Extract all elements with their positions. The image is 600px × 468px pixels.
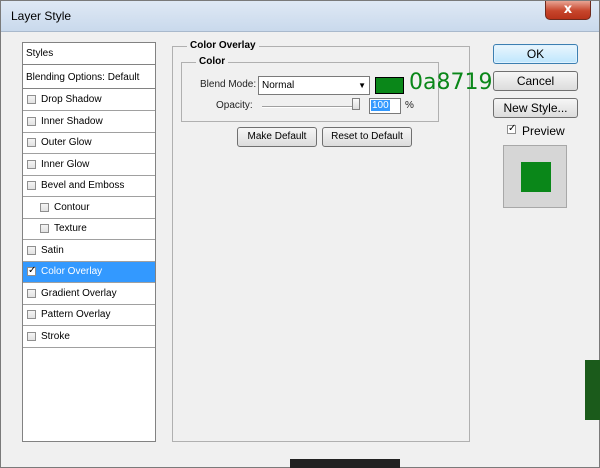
style-checkbox[interactable] <box>27 310 36 319</box>
ok-button[interactable]: OK <box>493 44 578 64</box>
style-item-outer-glow[interactable]: Outer Glow <box>23 133 155 154</box>
opacity-unit: % <box>405 100 414 111</box>
style-item-label: Bevel and Emboss <box>41 180 125 191</box>
style-item-gradient-overlay[interactable]: Gradient Overlay <box>23 284 155 305</box>
window-title: Layer Style <box>11 9 72 23</box>
new-style-button[interactable]: New Style... <box>493 98 578 118</box>
background-fragment <box>585 360 600 420</box>
make-default-button[interactable]: Make Default <box>237 127 317 147</box>
style-checkbox[interactable] <box>27 138 36 147</box>
overlay-color-swatch[interactable] <box>375 77 404 94</box>
style-item-texture[interactable]: Texture <box>23 219 155 240</box>
style-item-contour[interactable]: Contour <box>23 198 155 219</box>
opacity-value: 100 <box>371 100 390 111</box>
preview-label: Preview <box>522 124 565 138</box>
blend-mode-value: Normal <box>262 80 295 91</box>
blending-options-item[interactable]: Blending Options: Default <box>23 66 155 89</box>
color-group-title: Color <box>196 56 229 67</box>
blend-mode-label: Blend Mode: <box>200 79 257 90</box>
style-item-stroke[interactable]: Stroke <box>23 327 155 348</box>
color-hex-text: 0a8719 <box>409 70 493 95</box>
style-checkbox[interactable] <box>27 331 36 341</box>
style-checkbox[interactable] <box>27 95 36 104</box>
style-checkbox[interactable] <box>27 181 36 190</box>
style-item-label: Contour <box>54 201 90 213</box>
style-item-label: Pattern Overlay <box>41 309 111 320</box>
chevron-down-icon: ▼ <box>358 81 366 90</box>
style-item-inner-glow[interactable]: Inner Glow <box>23 155 155 176</box>
preview-swatch <box>521 162 551 192</box>
style-item-color-overlay[interactable]: Color Overlay <box>23 262 155 283</box>
styles-list: Styles Blending Options: Default Drop Sh… <box>22 42 156 442</box>
section-title: Color Overlay <box>187 40 259 51</box>
style-checkbox[interactable] <box>27 288 36 298</box>
style-item-label: Gradient Overlay <box>41 287 117 299</box>
style-item-label: Drop Shadow <box>41 94 102 105</box>
style-item-satin[interactable]: Satin <box>23 241 155 262</box>
cancel-button[interactable]: Cancel <box>493 71 578 91</box>
style-item-label: Texture <box>54 223 87 234</box>
style-item-drop-shadow[interactable]: Drop Shadow <box>23 90 155 111</box>
style-item-label: Outer Glow <box>41 137 92 148</box>
opacity-slider-thumb[interactable] <box>352 98 360 110</box>
style-checkbox[interactable] <box>27 116 36 126</box>
style-item-label: Color Overlay <box>41 266 103 277</box>
style-item-inner-shadow[interactable]: Inner Shadow <box>23 112 155 133</box>
style-checkbox[interactable] <box>40 202 49 212</box>
style-item-bevel-and-emboss[interactable]: Bevel and Emboss <box>23 176 155 197</box>
close-icon: x <box>563 2 573 17</box>
taskbar-fragment <box>290 459 400 468</box>
style-item-pattern-overlay[interactable]: Pattern Overlay <box>23 305 155 326</box>
preview-checkbox[interactable] <box>507 123 516 134</box>
style-item-label: Inner Glow <box>41 158 90 170</box>
opacity-slider-track[interactable] <box>262 106 360 108</box>
style-item-label: Stroke <box>41 330 70 342</box>
styles-header[interactable]: Styles <box>23 43 155 65</box>
style-checkbox[interactable] <box>27 265 36 276</box>
style-checkbox[interactable] <box>40 224 49 233</box>
style-checkbox[interactable] <box>27 159 36 169</box>
style-item-label: Satin <box>41 244 64 256</box>
close-button[interactable]: x <box>545 1 591 20</box>
blend-mode-select[interactable]: Normal ▼ <box>258 76 370 95</box>
preview-thumbnail <box>503 145 567 208</box>
style-item-label: Inner Shadow <box>41 115 103 127</box>
opacity-input[interactable]: 100 <box>369 98 401 114</box>
style-checkbox[interactable] <box>27 245 36 255</box>
opacity-label: Opacity: <box>216 100 253 111</box>
title-bar[interactable]: Layer Style x <box>1 1 599 32</box>
reset-to-default-button[interactable]: Reset to Default <box>322 127 412 147</box>
